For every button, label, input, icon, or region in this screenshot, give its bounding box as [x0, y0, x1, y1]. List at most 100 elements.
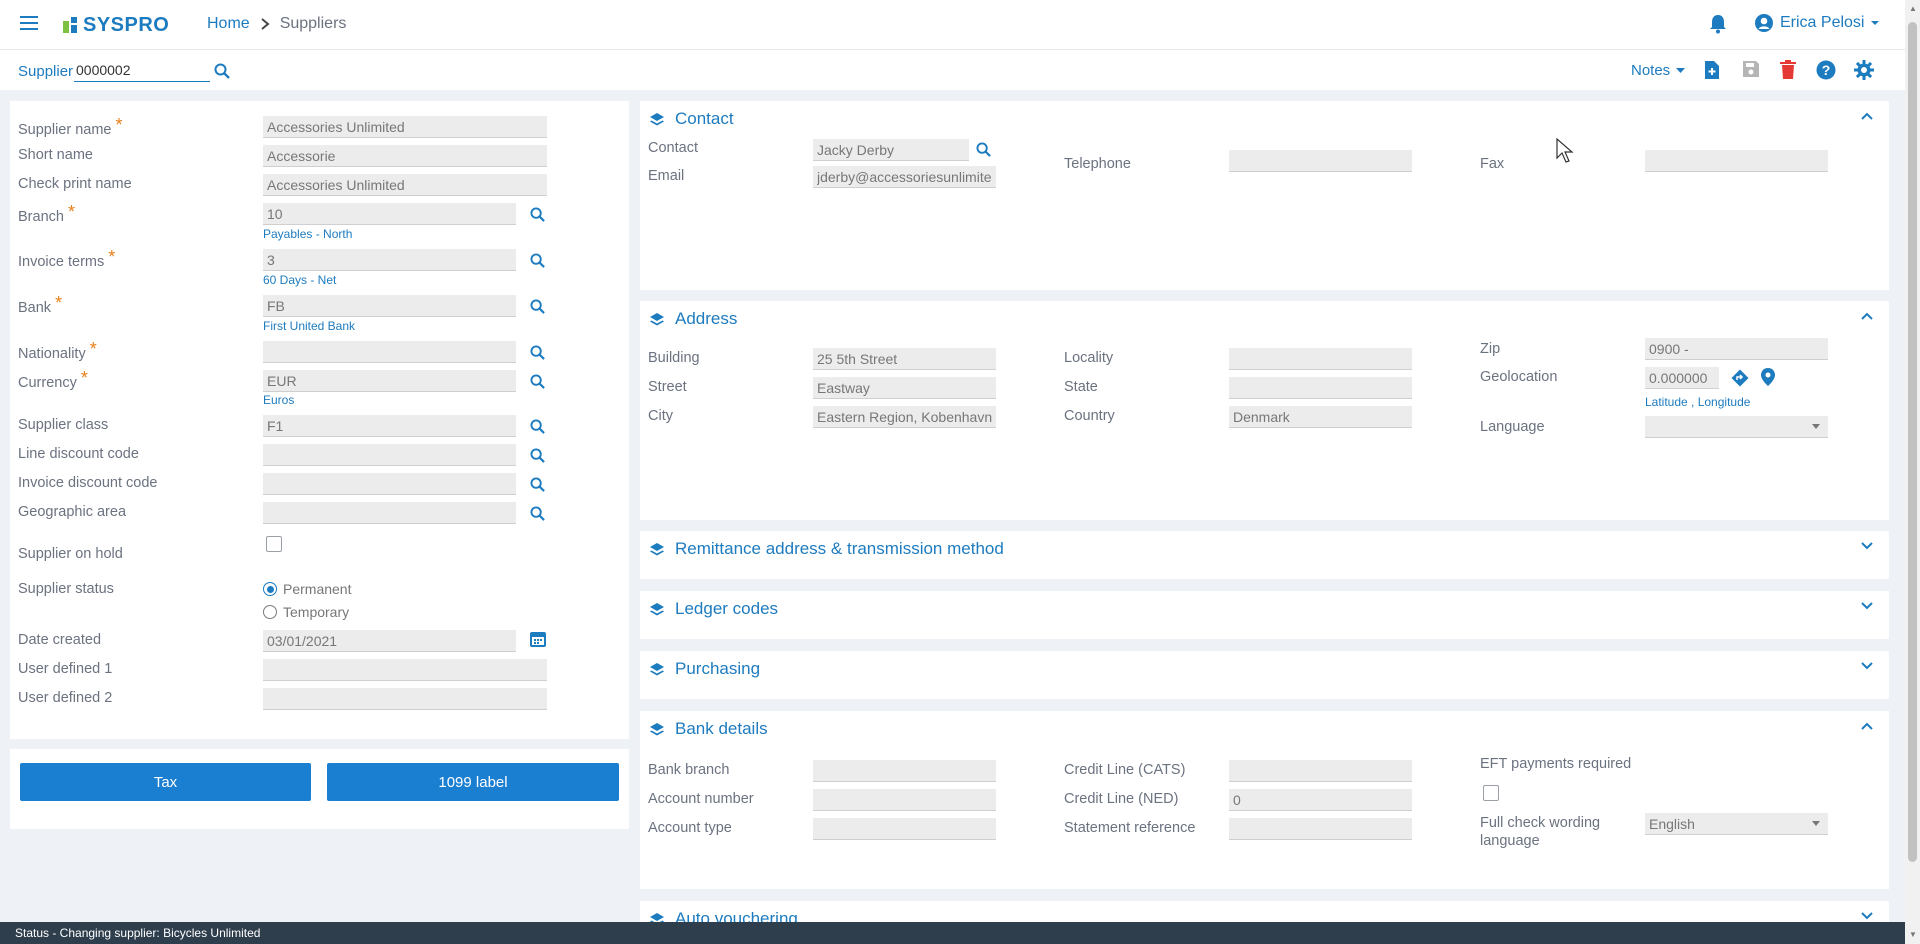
short-name-input[interactable] [263, 145, 547, 167]
date-created-input[interactable] [263, 630, 516, 652]
telephone-input[interactable] [1229, 150, 1412, 172]
city-label: City [648, 408, 673, 424]
invoice-terms-search-icon[interactable] [530, 253, 545, 268]
account-number-input[interactable] [813, 789, 996, 811]
breadcrumb-home-link[interactable]: Home [207, 15, 250, 33]
geolocation-hint: Latitude , Longitude [1645, 395, 1751, 409]
dropdown-arrow-icon [1812, 424, 1820, 429]
invoice-terms-input[interactable] [263, 249, 516, 271]
supplier-class-label: Supplier class [18, 417, 109, 433]
supplier-class-input[interactable] [263, 415, 516, 437]
auto-vouchering-section-title[interactable]: Auto vouchering [675, 909, 798, 922]
directions-icon[interactable] [1731, 369, 1749, 387]
map-pin-icon[interactable] [1761, 368, 1775, 386]
credit-line-ned-input[interactable] [1229, 789, 1412, 811]
country-input[interactable] [1229, 406, 1412, 428]
status-permanent-radio[interactable]: Permanent [263, 581, 351, 597]
ledger-codes-section-title[interactable]: Ledger codes [675, 599, 778, 619]
geographic-area-input[interactable] [263, 502, 516, 524]
currency-search-icon[interactable] [530, 374, 545, 389]
check-print-name-input[interactable] [263, 174, 547, 196]
status-bar: Status - Changing supplier: Bicycles Unl… [0, 922, 1905, 944]
currency-input[interactable] [263, 370, 516, 392]
remittance-section-title[interactable]: Remittance address & transmission method [675, 539, 1004, 559]
account-number-label: Account number [648, 791, 754, 807]
line-discount-search-icon[interactable] [530, 448, 545, 463]
invoice-terms-label: Invoice terms * [18, 247, 116, 270]
tax-button[interactable]: Tax [20, 763, 311, 801]
address-section-title[interactable]: Address [675, 309, 737, 329]
geolocation-input[interactable] [1645, 367, 1719, 389]
building-input[interactable] [813, 348, 996, 370]
svg-text:?: ? [1822, 62, 1831, 78]
status-temporary-radio[interactable]: Temporary [263, 604, 349, 620]
vertical-scrollbar[interactable]: ▲ ▼ [1905, 0, 1920, 944]
chevron-down-icon[interactable] [1861, 542, 1873, 550]
syspro-logo-icon [63, 17, 79, 33]
fax-input[interactable] [1645, 150, 1828, 172]
bank-details-section-title[interactable]: Bank details [675, 719, 768, 739]
branch-search-icon[interactable] [530, 207, 545, 222]
line-discount-code-input[interactable] [263, 444, 516, 466]
user-menu[interactable]: Erica Pelosi [1754, 13, 1880, 33]
chevron-down-icon[interactable] [1861, 602, 1873, 610]
user-defined-1-input[interactable] [263, 659, 547, 681]
eft-payments-checkbox[interactable] [1483, 785, 1499, 801]
contact-input[interactable] [813, 139, 969, 161]
user-avatar-icon [1754, 13, 1774, 33]
bank-branch-input[interactable] [813, 760, 996, 782]
locality-input[interactable] [1229, 348, 1412, 370]
1099-label-button[interactable]: 1099 label [327, 763, 619, 801]
nationality-search-icon[interactable] [530, 345, 545, 360]
supplier-on-hold-checkbox[interactable] [266, 536, 282, 552]
invoice-discount-code-input[interactable] [263, 473, 516, 495]
nationality-input[interactable] [263, 341, 516, 363]
bank-search-icon[interactable] [530, 299, 545, 314]
calendar-icon[interactable] [530, 631, 546, 647]
menu-icon[interactable] [20, 14, 42, 34]
chevron-up-icon[interactable] [1861, 722, 1873, 730]
notes-dropdown[interactable]: Notes [1631, 62, 1686, 79]
supplier-class-search-icon[interactable] [530, 419, 545, 434]
chevron-down-icon[interactable] [1861, 912, 1873, 920]
scroll-down-arrow-icon[interactable]: ▼ [1909, 930, 1917, 939]
contact-search-icon[interactable] [976, 142, 991, 157]
search-icon[interactable] [214, 63, 230, 79]
language-select[interactable] [1645, 416, 1828, 438]
geographic-area-search-icon[interactable] [530, 506, 545, 521]
settings-gear-icon[interactable] [1854, 60, 1874, 80]
supplier-key-input[interactable] [74, 59, 210, 82]
chevron-up-icon[interactable] [1861, 112, 1873, 120]
supplier-name-input[interactable] [263, 116, 547, 138]
bank-input[interactable] [263, 295, 516, 317]
chevron-up-icon[interactable] [1861, 312, 1873, 320]
state-input[interactable] [1229, 377, 1412, 399]
street-input[interactable] [813, 377, 996, 399]
language-label: Language [1480, 419, 1545, 435]
full-check-wording-label-line1: Full check wording [1480, 815, 1601, 831]
save-icon[interactable] [1742, 60, 1760, 78]
statement-reference-input[interactable] [1229, 818, 1412, 840]
bank-details-section: Bank details Bank branch Account number … [640, 711, 1889, 889]
account-type-input[interactable] [813, 818, 996, 840]
purchasing-section-title[interactable]: Purchasing [675, 659, 760, 679]
short-name-label: Short name [18, 147, 93, 163]
city-input[interactable] [813, 406, 996, 428]
scroll-up-arrow-icon[interactable]: ▲ [1909, 4, 1917, 13]
branch-input[interactable] [263, 203, 516, 225]
user-defined-2-input[interactable] [263, 688, 547, 710]
delete-icon[interactable] [1780, 60, 1796, 79]
full-check-wording-select[interactable]: English [1645, 813, 1828, 835]
mouse-cursor-icon [1556, 138, 1574, 164]
zip-input[interactable] [1645, 338, 1828, 360]
email-input[interactable] [813, 166, 996, 188]
invoice-discount-search-icon[interactable] [530, 477, 545, 492]
syspro-logo[interactable]: SYSPRO [63, 12, 169, 38]
notification-bell-icon[interactable] [1709, 14, 1727, 34]
credit-line-cats-input[interactable] [1229, 760, 1412, 782]
contact-section-title[interactable]: Contact [675, 109, 734, 129]
scrollbar-thumb[interactable] [1908, 22, 1917, 862]
new-document-icon[interactable] [1704, 60, 1720, 80]
chevron-down-icon[interactable] [1861, 662, 1873, 670]
help-icon[interactable]: ? [1816, 60, 1836, 80]
